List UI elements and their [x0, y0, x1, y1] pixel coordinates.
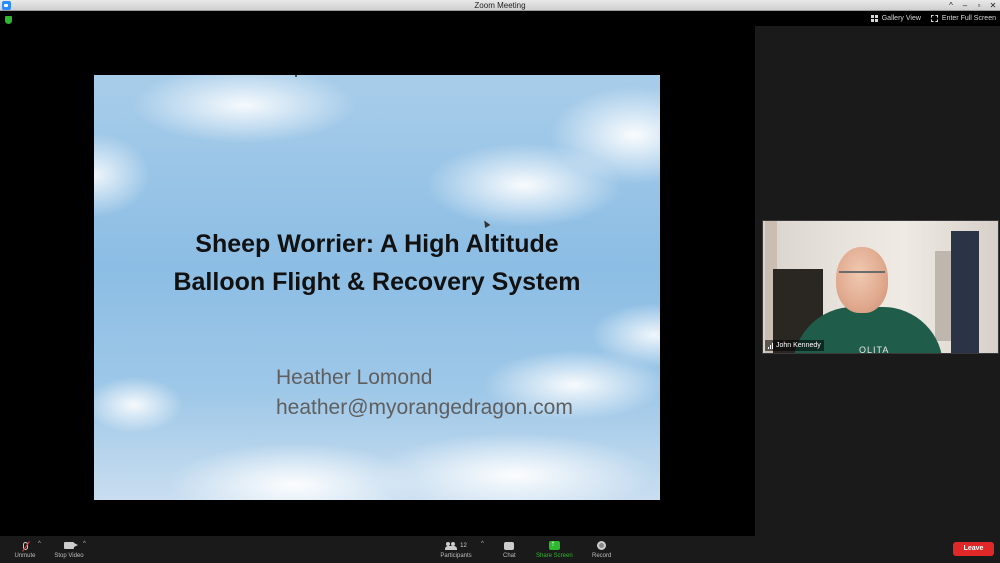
- record-icon: [597, 541, 607, 550]
- window-title-bar: Zoom Meeting ^ – ▫ ✕: [0, 0, 1000, 11]
- window-title: Zoom Meeting: [474, 1, 526, 10]
- enter-full-screen-button[interactable]: Enter Full Screen: [930, 15, 996, 22]
- slide-email: heather@myorangedragon.com: [276, 396, 573, 419]
- chat-button[interactable]: Chat: [503, 540, 516, 559]
- participants-count: 12: [460, 542, 467, 549]
- participants-options-caret[interactable]: ^: [481, 541, 484, 547]
- stop-video-button[interactable]: ^ Stop Video: [52, 540, 86, 559]
- encryption-shield-icon[interactable]: [5, 16, 12, 24]
- shirt-text: OLITA: [859, 345, 890, 354]
- audio-options-caret[interactable]: ^: [38, 541, 41, 547]
- unmute-label: Unmute: [14, 553, 36, 559]
- microphone-muted-icon: [21, 540, 30, 552]
- window-close-button[interactable]: ✕: [989, 0, 997, 11]
- video-camera-icon: [64, 542, 78, 549]
- unmute-button[interactable]: ^ Unmute: [14, 540, 41, 559]
- participants-icon: [445, 541, 458, 550]
- fullscreen-icon: [930, 15, 938, 22]
- window-controls: ^ – ▫ ✕: [947, 0, 997, 11]
- record-button[interactable]: Record: [592, 540, 611, 559]
- enter-full-screen-label: Enter Full Screen: [941, 15, 996, 22]
- slide-author: Heather Lomond: [276, 366, 433, 389]
- background-door: [951, 231, 979, 353]
- record-label: Record: [592, 553, 612, 559]
- video-options-caret[interactable]: ^: [83, 541, 86, 547]
- background-door-frame: [935, 251, 951, 341]
- share-screen-label: Share Screen: [536, 553, 573, 559]
- participant-video-tile[interactable]: OLITA John Kennedy: [762, 220, 999, 354]
- participant-glasses: [839, 271, 885, 279]
- gallery-view-label: Gallery View: [881, 15, 921, 22]
- presentation-slide: Sheep Worrier: A High Altitude Balloon F…: [94, 75, 660, 500]
- participants-button[interactable]: 12 ^ Participants: [437, 540, 484, 559]
- chat-bubble-icon: [504, 541, 515, 550]
- gallery-view-button[interactable]: Gallery View: [870, 15, 921, 22]
- slide-title-line-1: Sheep Worrier: A High Altitude: [195, 230, 559, 258]
- meeting-toolbar: ^ Unmute ^ Stop Video 12 ^ Participants …: [0, 536, 1000, 563]
- participant-name: John Kennedy: [776, 342, 821, 349]
- participant-face: [836, 247, 888, 313]
- window-shade-button[interactable]: ^: [947, 0, 955, 11]
- slide-title-line-2: Balloon Flight & Recovery System: [173, 268, 581, 296]
- participant-name-tag: John Kennedy: [765, 340, 824, 351]
- connection-signal-icon: [768, 342, 773, 349]
- share-screen-button[interactable]: Share Screen: [536, 539, 573, 559]
- share-screen-icon: [548, 539, 560, 550]
- gallery-grid-icon: [870, 15, 878, 22]
- window-maximize-button[interactable]: ▫: [975, 0, 983, 11]
- leave-meeting-button[interactable]: Leave: [953, 542, 994, 556]
- shared-screen-area: Sheep Worrier: A High Altitude Balloon F…: [0, 26, 755, 536]
- chat-label: Chat: [503, 553, 516, 559]
- view-controls: Gallery View Enter Full Screen: [870, 15, 996, 22]
- window-minimize-button[interactable]: –: [961, 0, 969, 11]
- stop-video-label: Stop Video: [54, 553, 84, 559]
- slide-mark: [295, 75, 297, 77]
- participants-label: Participants: [440, 553, 472, 559]
- slide-title: Sheep Worrier: A High Altitude Balloon F…: [94, 225, 660, 301]
